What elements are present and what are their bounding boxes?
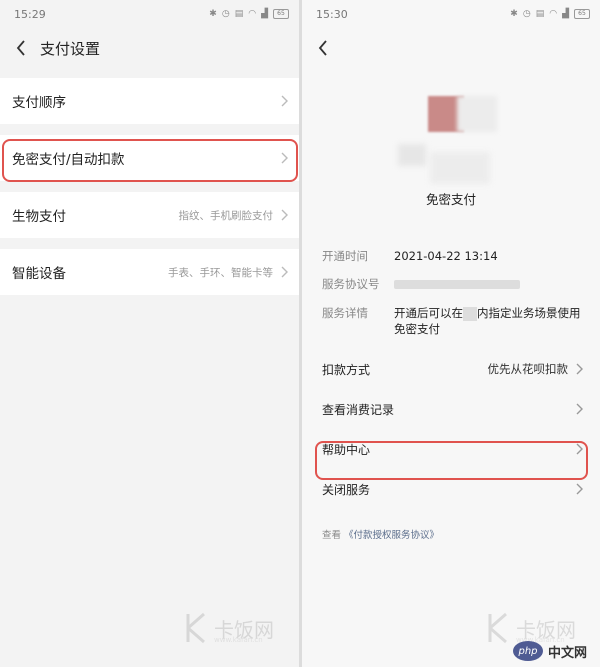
masked-value xyxy=(463,306,477,321)
view-records-option[interactable]: 查看消费记录 xyxy=(302,389,600,429)
hd-icon: ▤ xyxy=(234,9,244,19)
highlight-box xyxy=(315,441,588,480)
php-logo-icon: php xyxy=(513,641,543,661)
signal-icon: ▟ xyxy=(261,9,268,19)
watermark-logo-icon xyxy=(488,612,507,644)
battery-icon: 65 xyxy=(273,9,289,19)
payment-settings-screen: 15:29 ✱ ◷ ▤ ◠ ▟ 65 支付设置 支付顺序 免密支付/自动扣款 生… xyxy=(0,0,299,667)
service-info: 开通时间 2021-04-22 13:14 服务协议号 服务详情 开通后可以在内… xyxy=(302,248,600,337)
status-time: 15:29 xyxy=(14,7,46,21)
php-site-text: 中文网 xyxy=(548,645,588,661)
smart-device-item[interactable]: 智能设备 手表、手环、智能卡等 xyxy=(0,249,299,295)
back-icon[interactable] xyxy=(314,39,332,57)
hd-icon: ▤ xyxy=(535,9,545,19)
settings-list: 支付顺序 免密支付/自动扣款 生物支付 指纹、手机刷脸支付 智能设备 手表、手环… xyxy=(0,78,299,295)
chevron-right-icon xyxy=(576,483,583,495)
item-label: 智能设备 xyxy=(12,266,66,282)
agreement-link[interactable]: 《付款授权服务协议》 xyxy=(344,530,439,541)
wifi-icon: ◠ xyxy=(549,9,558,19)
chevron-right-icon xyxy=(281,209,288,221)
chevron-right-icon xyxy=(576,403,583,415)
watermark: 卡饭网 www.kafan.cn xyxy=(186,612,274,644)
info-row-agreement-no: 服务协议号 xyxy=(322,276,584,293)
service-name: 免密支付 xyxy=(425,192,476,207)
payment-order-item[interactable]: 支付顺序 xyxy=(0,78,299,124)
item-value: 手表、手环、智能卡等 xyxy=(168,266,273,279)
wifi-icon: ◠ xyxy=(248,9,257,19)
battery-icon: 65 xyxy=(574,9,590,19)
chevron-right-icon xyxy=(576,363,583,375)
status-bar: 15:30 ✱ ◷ ▤ ◠ ▟ 65 xyxy=(302,0,600,28)
php-site-badge: php 中文网 xyxy=(513,641,587,661)
nav-bar: 支付设置 xyxy=(0,28,299,68)
alarm-icon: ◷ xyxy=(221,9,230,19)
chevron-right-icon xyxy=(281,95,288,107)
back-icon[interactable] xyxy=(12,39,30,57)
password-free-service-screen: 15:30 ✱ ◷ ▤ ◠ ▟ 65 免密支付 开通时间 2021-04-22 … xyxy=(302,0,600,667)
service-header: 免密支付 xyxy=(302,68,600,228)
status-time: 15:30 xyxy=(316,7,348,21)
bluetooth-icon: ✱ xyxy=(510,9,518,19)
chevron-right-icon xyxy=(281,266,288,278)
item-label: 支付顺序 xyxy=(12,95,66,111)
item-value: 指纹、手机刷脸支付 xyxy=(178,209,274,222)
signal-icon: ▟ xyxy=(562,9,569,19)
page-title: 支付设置 xyxy=(40,39,101,58)
agreement-text: 查看 《付款授权服务协议》 xyxy=(322,530,440,541)
bluetooth-icon: ✱ xyxy=(209,9,217,19)
service-options: 扣款方式 优先从花呗扣款 查看消费记录 帮助中心 关闭服务 xyxy=(302,349,600,509)
status-bar: 15:29 ✱ ◷ ▤ ◠ ▟ 65 xyxy=(0,0,299,28)
watermark-url: www.kafan.cn xyxy=(214,636,263,644)
biometric-payment-item[interactable]: 生物支付 指纹、手机刷脸支付 xyxy=(0,192,299,238)
watermark: 卡饭网 www.kafan.cn xyxy=(488,612,576,644)
masked-value xyxy=(394,280,520,289)
info-row-details: 服务详情 开通后可以在 内指定业务场景使用免密支付 xyxy=(322,306,581,336)
nav-bar xyxy=(302,28,600,68)
info-row-open-time: 开通时间 2021-04-22 13:14 xyxy=(322,249,498,263)
watermark-logo-icon xyxy=(186,612,205,644)
alarm-icon: ◷ xyxy=(522,9,531,19)
highlight-box xyxy=(2,139,298,182)
item-label: 生物支付 xyxy=(12,209,66,225)
payment-method-option[interactable]: 扣款方式 优先从花呗扣款 xyxy=(302,349,600,389)
